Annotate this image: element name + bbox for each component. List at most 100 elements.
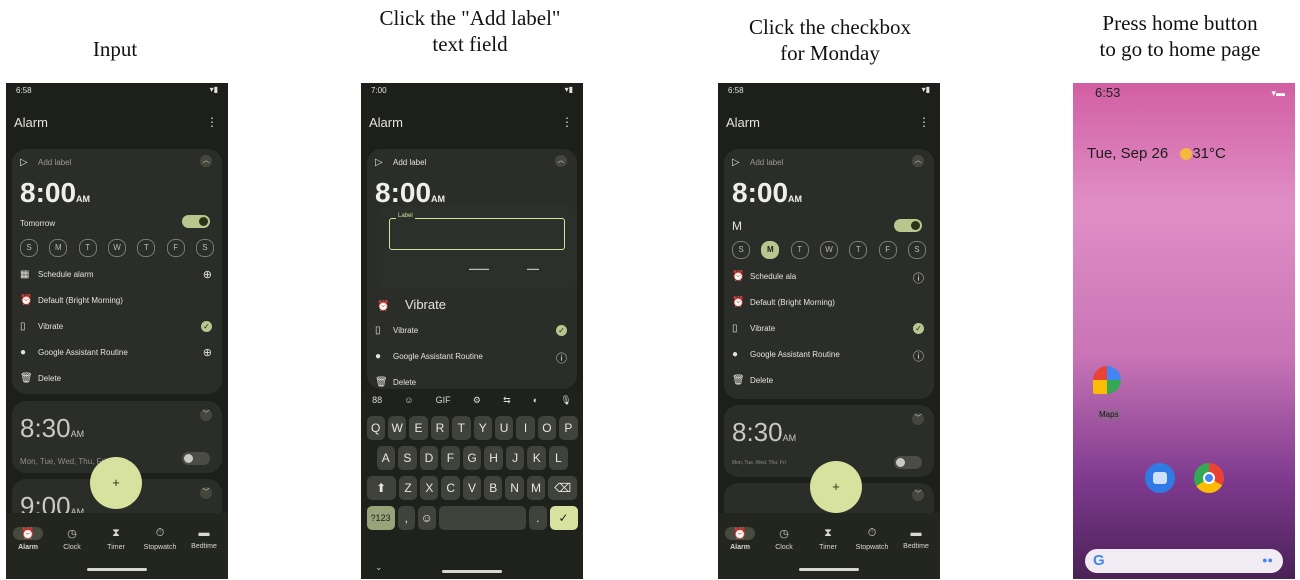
alarm-toggle[interactable] (894, 219, 922, 232)
more-options-icon[interactable]: ⋮ (918, 115, 930, 129)
key-r[interactable]: R (430, 416, 450, 440)
key-a[interactable]: A (376, 446, 396, 470)
nav-timer[interactable]: ⧗ Timer (806, 527, 850, 551)
more-options-icon[interactable]: ⋮ (561, 115, 573, 129)
nav-stopwatch[interactable]: ⏱ Stopwatch (138, 527, 182, 551)
day-tuesday[interactable]: T (790, 241, 809, 259)
dialog-cancel-button[interactable]: ▬▬▬▬▬ (469, 266, 489, 271)
dialog-ok-button[interactable]: ▬▬▬ (527, 266, 539, 271)
key-k[interactable]: K (527, 446, 546, 470)
collapse-chevron-icon[interactable]: ︿ (912, 155, 924, 167)
assistant-routine-row[interactable]: ● Google Assistant Routine ⓘ (732, 349, 926, 363)
schedule-alarm-row[interactable]: ▦ Schedule alarm ⊕ (20, 269, 214, 281)
expand-chevron-icon[interactable]: ﹀ (912, 413, 924, 425)
key-q[interactable]: Q (366, 416, 385, 440)
gif-button[interactable]: GIF (436, 395, 451, 406)
day-friday[interactable]: F (878, 241, 897, 259)
add-label-row[interactable]: ▷ Add label (375, 157, 569, 168)
alarm-time[interactable]: 8:30AM (732, 417, 796, 448)
day-tuesday[interactable]: T (78, 239, 97, 257)
chrome-app-icon[interactable] (1194, 463, 1224, 493)
backspace-key[interactable]: ⌫ (548, 476, 578, 500)
key-v[interactable]: V (462, 476, 482, 500)
key-b[interactable]: B (484, 476, 503, 500)
key-w[interactable]: W (387, 416, 407, 440)
key-h[interactable]: H (484, 446, 503, 470)
messages-app-icon[interactable] (1145, 463, 1175, 493)
ringtone-row[interactable]: ⏰ Default (Bright Morning) (732, 297, 926, 308)
delete-row[interactable]: 🗑 Delete (732, 375, 926, 386)
more-options-icon[interactable]: ⋮ (206, 115, 218, 129)
day-monday[interactable]: M (49, 239, 68, 257)
key-d[interactable]: D (419, 446, 439, 470)
alarm-toggle[interactable] (894, 456, 922, 469)
emoji-key[interactable]: ☺ (418, 506, 436, 530)
day-monday[interactable]: M (761, 241, 780, 259)
key-z[interactable]: Z (398, 476, 418, 500)
gesture-bar[interactable] (87, 568, 147, 571)
key-m[interactable]: M (526, 476, 546, 500)
day-thursday[interactable]: T (137, 239, 156, 257)
schedule-alarm-row[interactable]: ⏰ Schedule ala ⓘ (732, 271, 926, 285)
add-alarm-button[interactable]: + (810, 461, 862, 513)
key-s[interactable]: S (398, 446, 417, 470)
vibrate-row[interactable]: ▯ Vibrate ✓ (732, 323, 926, 334)
key-u[interactable]: U (494, 416, 514, 440)
translate-icon[interactable]: ⇆ (503, 395, 511, 406)
space-key[interactable] (438, 506, 526, 530)
maps-app-icon[interactable] (1093, 366, 1121, 394)
day-sunday[interactable]: S (732, 241, 750, 259)
hide-keyboard-icon[interactable]: ⌄ (375, 562, 383, 573)
day-thursday[interactable]: T (849, 241, 868, 259)
key-i[interactable]: I (516, 416, 535, 440)
ringtone-row[interactable]: ⏰ Default (Bright Morning) (20, 295, 214, 306)
collapse-chevron-icon[interactable]: ︿ (200, 155, 212, 167)
day-wednesday[interactable]: W (107, 239, 126, 257)
gesture-bar[interactable] (442, 570, 502, 573)
mic-icon[interactable]: 🎙 (560, 395, 571, 406)
assistant-routine-row[interactable]: ● Google Assistant Routine ⓘ (375, 351, 569, 365)
delete-row[interactable]: 🗑 Delete (20, 373, 214, 384)
nav-bedtime[interactable]: ▬ Bedtime (182, 527, 226, 550)
theme-icon[interactable]: ◐ (533, 395, 538, 406)
alarm-toggle[interactable] (182, 215, 210, 228)
vibrate-checkbox[interactable]: ✓ (913, 323, 924, 334)
key-j[interactable]: J (505, 446, 525, 470)
expand-chevron-icon[interactable]: ﹀ (200, 409, 212, 421)
key-x[interactable]: X (420, 476, 439, 500)
apps-icon[interactable]: 88 (372, 395, 382, 406)
nav-alarm[interactable]: ⏰ Alarm (718, 527, 762, 551)
period-key[interactable]: . (529, 506, 547, 530)
add-label-row[interactable]: ▷ Add label (20, 157, 214, 168)
expand-chevron-icon[interactable]: ﹀ (912, 489, 924, 501)
vibrate-checkbox[interactable]: ✓ (556, 325, 567, 336)
google-search-bar[interactable]: G ●● (1085, 549, 1283, 573)
alarm-time[interactable]: 8:00AM (375, 177, 445, 209)
day-wednesday[interactable]: W (819, 241, 838, 259)
alarm-time[interactable]: 8:00AM (732, 177, 802, 209)
key-g[interactable]: G (462, 446, 482, 470)
nav-timer[interactable]: ⧗ Timer (94, 527, 138, 551)
nav-clock[interactable]: ◷ Clock (762, 527, 806, 551)
day-friday[interactable]: F (166, 239, 185, 257)
key-l[interactable]: L (549, 446, 568, 470)
settings-icon[interactable]: ⚙ (473, 395, 481, 406)
date-weather-widget[interactable]: Tue, Sep 26 31°C (1087, 145, 1226, 162)
key-o[interactable]: O (537, 416, 557, 440)
key-e[interactable]: E (409, 416, 428, 440)
emoji-icon[interactable]: ☺ (404, 395, 413, 406)
key-f[interactable]: F (441, 446, 460, 470)
day-saturday[interactable]: S (195, 239, 214, 257)
comma-key[interactable]: , (397, 506, 415, 530)
vibrate-checkbox[interactable]: ✓ (201, 321, 212, 332)
alarm-time[interactable]: 8:00AM (20, 177, 90, 209)
day-sunday[interactable]: S (20, 239, 38, 257)
day-saturday[interactable]: S (907, 241, 926, 259)
key-n[interactable]: N (505, 476, 524, 500)
add-label-row[interactable]: ▷ Add label (732, 157, 926, 168)
key-c[interactable]: C (441, 476, 460, 500)
expand-chevron-icon[interactable]: ﹀ (200, 487, 212, 499)
key-t[interactable]: T (452, 416, 471, 440)
delete-row[interactable]: 🗑 Delete (375, 377, 569, 388)
alarm-toggle[interactable] (182, 452, 210, 465)
